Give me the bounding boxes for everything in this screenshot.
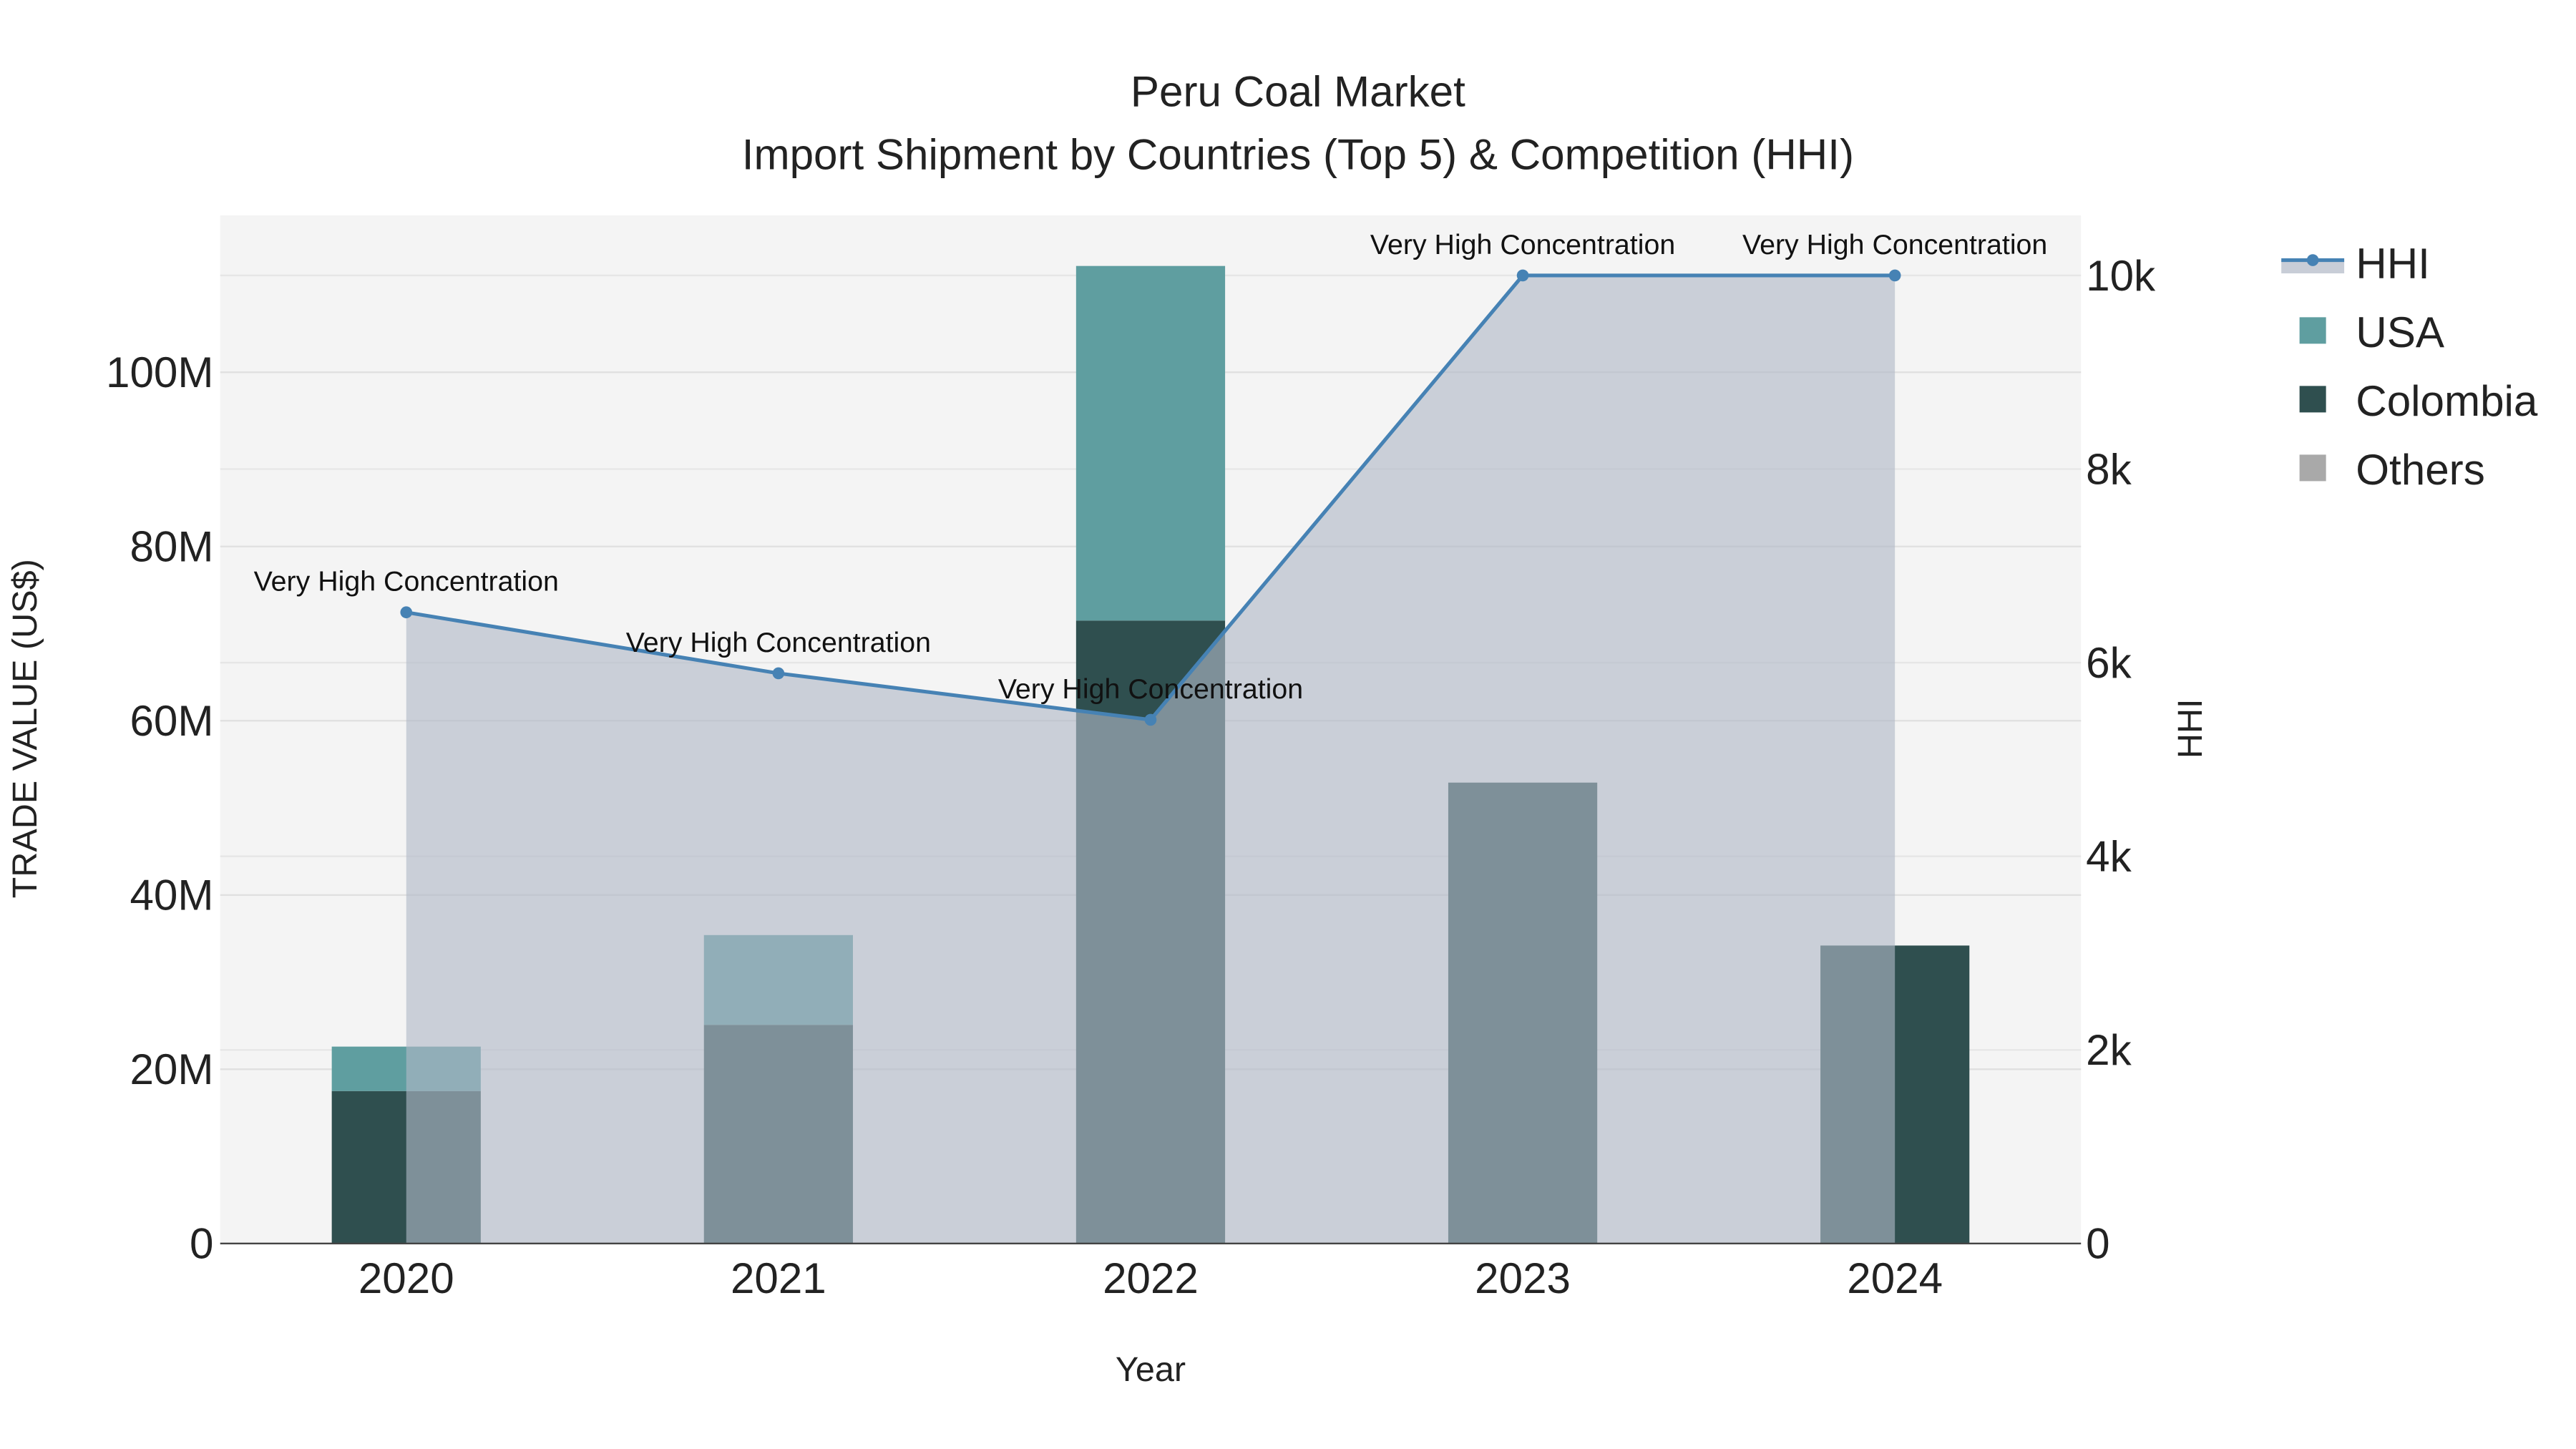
hhi-point-2023	[1516, 269, 1529, 282]
legend-label-usa: USA	[2356, 308, 2444, 356]
y-tick-label: 20M	[130, 1045, 213, 1093]
hhi-point-2020	[400, 606, 413, 619]
y-tick-label: 80M	[130, 523, 213, 571]
hhi-point-2022	[1144, 713, 1157, 726]
hhi-point-2021	[772, 667, 785, 680]
x-tick-label: 2024	[1847, 1254, 1943, 1302]
hhi-annotation: Very High Concentration	[1742, 229, 2047, 260]
legend-label-colombia: Colombia	[2356, 377, 2538, 425]
chart-subtitle: Import Shipment by Countries (Top 5) & C…	[742, 130, 1854, 178]
y-tick-label: 40M	[130, 872, 213, 919]
legend-swatch-usa	[2299, 317, 2326, 344]
hhi-annotation: Very High Concentration	[626, 627, 931, 658]
chart-title: Peru Coal Market	[1131, 67, 1465, 115]
legend-swatch-others	[2299, 454, 2326, 482]
y2-tick-label: 10k	[2086, 252, 2156, 300]
hhi-annotation: Very High Concentration	[254, 566, 559, 597]
hhi-annotation: Very High Concentration	[998, 673, 1303, 705]
y2-tick-label: 4k	[2086, 832, 2132, 880]
bar-usa-2022	[1075, 265, 1226, 621]
y-tick-label: 0	[190, 1220, 213, 1268]
hhi-annotation: Very High Concentration	[1370, 229, 1675, 260]
legend-swatch-colombia	[2299, 386, 2326, 413]
legend-label-others: Others	[2356, 446, 2484, 494]
y-axis-label: TRADE VALUE (US$)	[6, 559, 44, 898]
y-tick-label: 100M	[106, 348, 213, 396]
legend-marker-hhi	[2306, 254, 2319, 266]
y2-tick-label: 6k	[2086, 639, 2132, 687]
y2-tick-label: 8k	[2086, 445, 2132, 493]
hhi-point-2024	[1888, 269, 1901, 282]
legend-label-hhi: HHI	[2356, 240, 2430, 288]
y-tick-label: 60M	[130, 697, 213, 745]
x-tick-label: 2022	[1103, 1254, 1199, 1302]
x-tick-label: 2021	[731, 1254, 826, 1302]
x-tick-label: 2020	[358, 1254, 454, 1302]
x-axis-label: Year	[1116, 1350, 1186, 1389]
x-tick-label: 2023	[1475, 1254, 1571, 1302]
y2-tick-label: 0	[2086, 1220, 2109, 1268]
y2-axis-label: HHI	[2171, 698, 2210, 758]
chart: Very High Concentration Very High Concent…	[0, 0, 2576, 1449]
y2-tick-label: 2k	[2086, 1026, 2132, 1074]
